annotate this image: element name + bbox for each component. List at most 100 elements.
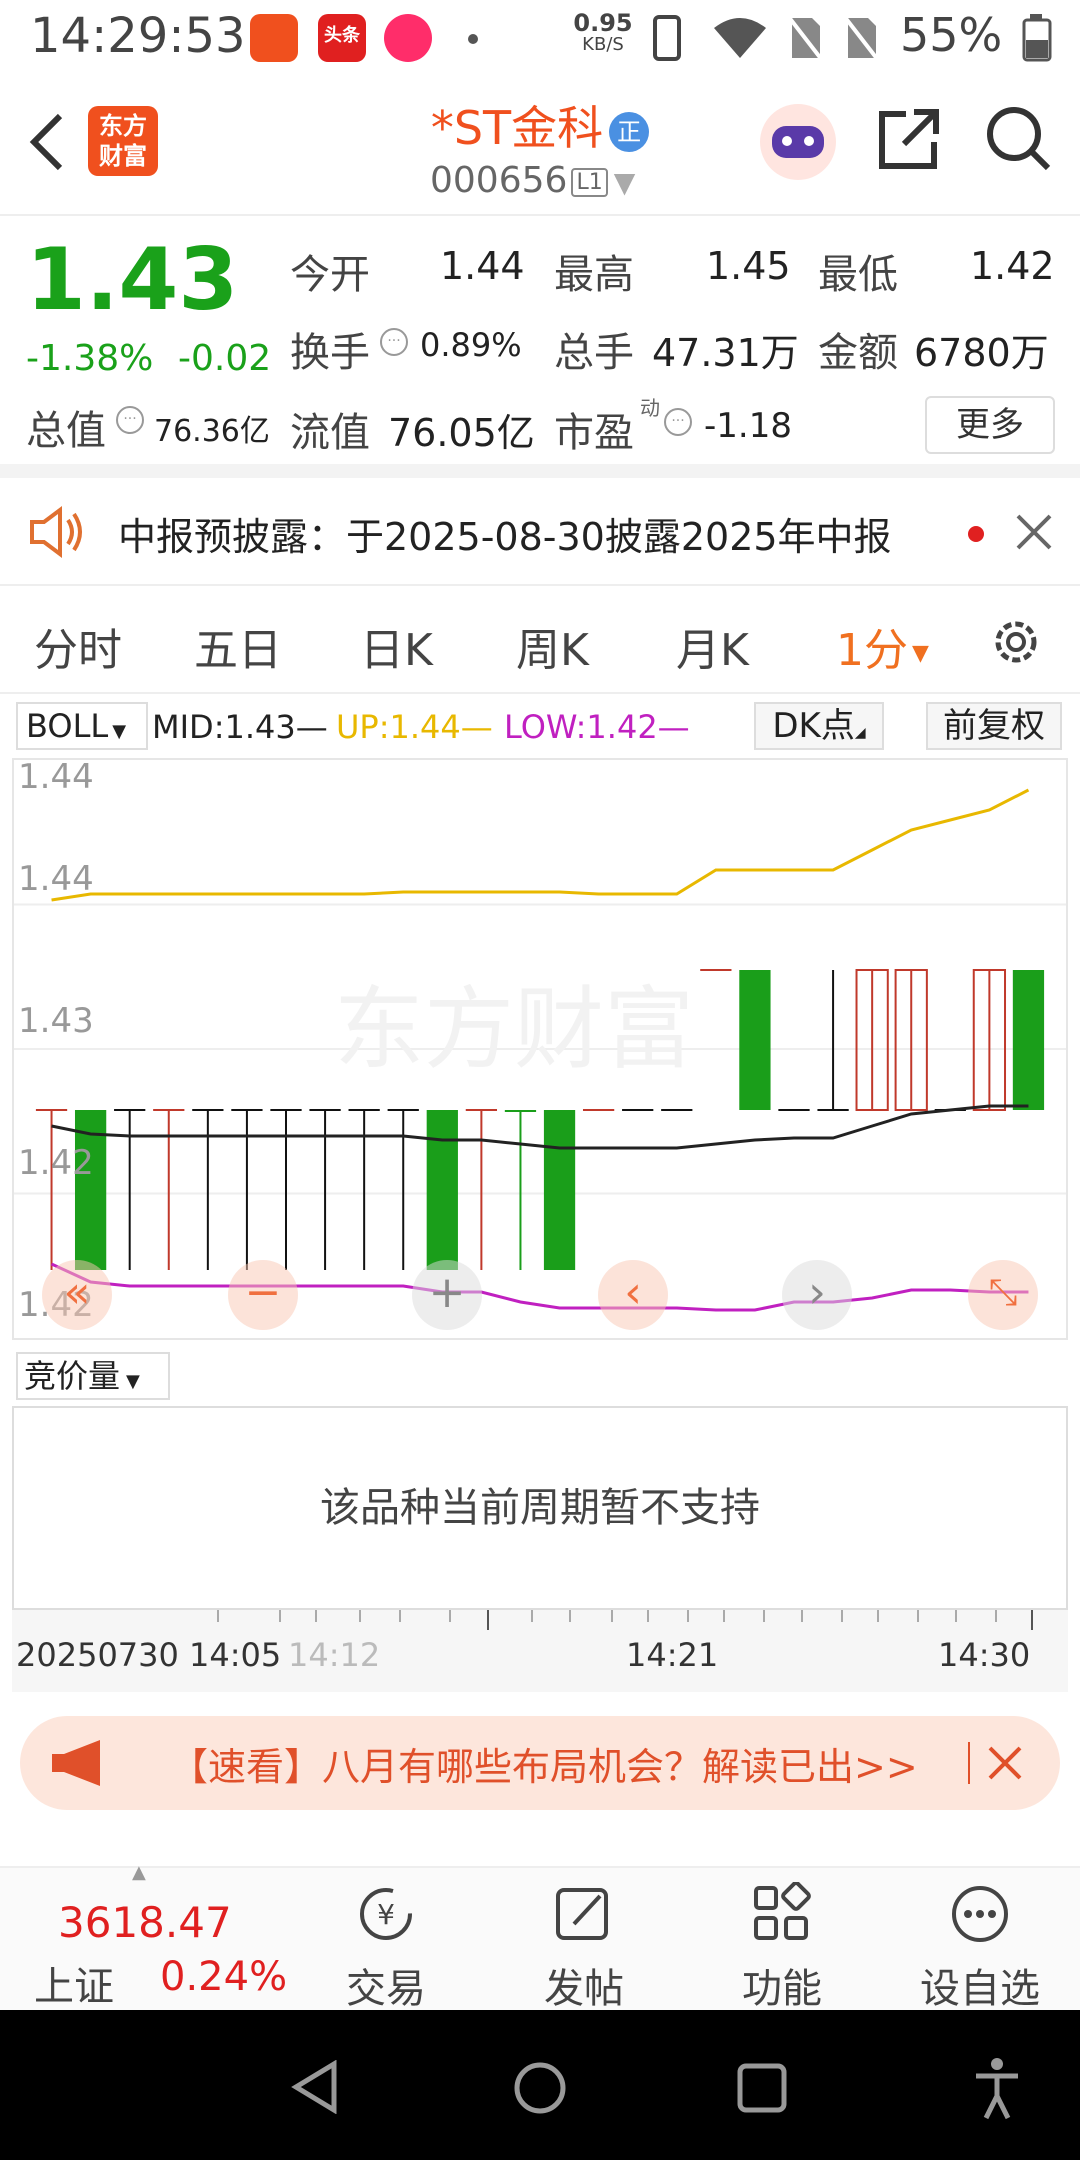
net-speed-value: 0.95 <box>573 9 633 37</box>
share-icon[interactable] <box>876 106 942 172</box>
toutiao-style-app-icon <box>250 14 298 62</box>
tab-1min-label: 1分 <box>836 625 908 676</box>
chevron-left-icon[interactable]: ‹ <box>598 1260 668 1330</box>
nav-trade[interactable]: ¥ 交易 <box>306 1868 466 2012</box>
tab-weekly-k[interactable]: 周K <box>516 614 589 678</box>
kline-chart[interactable]: 东方财富 1.441.441.431.421.42 « − + ‹ › ⤡ <box>12 758 1068 1340</box>
stock-code[interactable]: 000656 L1 ▼ <box>430 160 635 201</box>
phone-icon <box>653 15 681 61</box>
pe-value: -1.18 <box>704 406 792 446</box>
nav-features-label: 功能 <box>742 1966 822 2012</box>
close-icon[interactable] <box>1014 512 1054 552</box>
status-badge: 正 <box>609 111 650 152</box>
candle-body <box>504 1110 537 1112</box>
amount-value: 6780万 <box>914 331 1049 375</box>
y-tick-label: 1.44 <box>18 859 94 899</box>
info-icon[interactable]: ··· <box>116 406 144 434</box>
notice-text: 中报预披露：于2025-08-30披露2025年中报 <box>118 515 892 559</box>
quote-panel: 1.43 -1.38% -0.02 今开 1.44 最高 1.45 最低 1.4… <box>0 216 1080 478</box>
status-bar: 14:29:53 头条 0.95 KB/S 55% <box>0 0 1080 76</box>
plus-icon[interactable]: + <box>412 1260 482 1330</box>
more-button[interactable]: 更多 <box>925 396 1055 454</box>
nav-add-watchlist-label: 设自选 <box>920 1966 1040 2012</box>
info-icon[interactable]: ··· <box>664 408 692 436</box>
robot-avatar-icon[interactable] <box>760 104 836 180</box>
volume-selector[interactable]: 竞价量 ▼ <box>16 1352 170 1400</box>
float-label: 流值 <box>290 410 370 456</box>
corner-caret-icon: ◢ <box>854 725 866 741</box>
toutiao-icon: 头条 <box>318 14 366 62</box>
status-time: 14:29:53 <box>30 8 246 64</box>
battery-percent: 55% <box>900 8 1003 62</box>
more-circle-icon <box>952 1886 1008 1942</box>
bottom-nav: ▲ 3618.47 上证 0.24% ¥ 交易 发帖 功能 设自选 <box>0 1862 1080 2012</box>
tab-daily-k[interactable]: 日K <box>360 614 433 678</box>
stock-header: 东方财富 *ST金科正 000656 L1 ▼ <box>0 76 1080 216</box>
nav-post-label: 发帖 <box>544 1966 624 2012</box>
tab-monthly-k[interactable]: 月K <box>676 614 749 678</box>
back-triangle-icon[interactable] <box>290 2060 340 2114</box>
index-change: 0.24% <box>160 1954 288 2000</box>
level-badge: L1 <box>571 167 608 197</box>
volume-label: 总手 <box>554 330 634 376</box>
minus-icon[interactable]: − <box>228 1260 298 1330</box>
status-dot <box>468 34 478 44</box>
candle-body <box>543 1110 576 1270</box>
adjust-button[interactable]: 前复权 <box>926 702 1062 750</box>
index-ticker[interactable]: ▲ 3618.47 上证 0.24% <box>0 1862 300 2012</box>
unread-dot <box>968 526 984 542</box>
time-label-start: 20250730 14:05 <box>16 1636 282 1674</box>
mktcap-value: 76.36亿 <box>154 414 270 449</box>
pe-label: 市盈 <box>554 410 634 456</box>
caret-up-icon: ▲ <box>132 1862 146 1883</box>
nav-post[interactable]: 发帖 <box>504 1868 664 2012</box>
double-chevron-left-icon[interactable]: « <box>42 1260 112 1330</box>
index-name: 上证 <box>34 1964 114 2010</box>
index-value: 3618.47 <box>58 1898 232 1947</box>
nav-features[interactable]: 功能 <box>702 1868 862 2012</box>
boll-up-line <box>51 788 1030 902</box>
banner-divider <box>968 1742 970 1784</box>
volume-value: 47.31万 <box>652 331 799 375</box>
high-value: 1.45 <box>706 244 791 288</box>
gear-icon[interactable] <box>988 614 1044 670</box>
low-label: 最低 <box>818 252 898 298</box>
volume-selector-label: 竞价量 <box>24 1357 121 1395</box>
expand-icon[interactable]: ⤡ <box>968 1260 1038 1330</box>
indicator-select[interactable]: BOLL ▼ <box>16 702 148 750</box>
dk-point-button[interactable]: DK点◢ <box>754 702 884 750</box>
tab-1min[interactable]: 1分 ▼ <box>836 614 929 678</box>
y-tick-label: 1.42 <box>18 1143 94 1183</box>
accessibility-icon[interactable] <box>972 2056 1022 2120</box>
time-axis: 20250730 14:05 14:12 14:21 14:30 <box>12 1610 1068 1692</box>
banner-text: 【速看】八月有哪些布局机会？解读已出>> <box>170 1745 918 1789</box>
promo-banner[interactable]: 【速看】八月有哪些布局机会？解读已出>> <box>20 1716 1060 1810</box>
tab-five-day[interactable]: 五日 <box>194 614 282 678</box>
time-label-2: 14:12 <box>288 1636 381 1674</box>
search-icon[interactable] <box>984 104 1054 174</box>
recents-square-icon[interactable] <box>736 2062 788 2114</box>
megaphone-icon <box>52 1740 100 1786</box>
float-value: 76.05亿 <box>388 411 535 455</box>
volume-unsupported-message: 该品种当前周期暂不支持 <box>320 1485 760 1531</box>
speaker-icon <box>30 506 82 558</box>
change-percent: -1.38% <box>26 338 154 379</box>
low-value: 1.42 <box>970 244 1055 288</box>
nav-add-watchlist[interactable]: 设自选 <box>900 1868 1060 2012</box>
turnover-label: 换手 <box>290 330 370 376</box>
chart-watermark: 东方财富 <box>334 977 694 1082</box>
net-speed: 0.95 KB/S <box>568 9 638 56</box>
info-icon[interactable]: ··· <box>380 328 408 356</box>
tab-intraday[interactable]: 分时 <box>34 614 122 678</box>
home-circle-icon[interactable] <box>512 2060 568 2116</box>
chevron-right-icon[interactable]: › <box>782 1260 852 1330</box>
notice-bar[interactable]: 中报预披露：于2025-08-30披露2025年中报 <box>0 478 1080 586</box>
nav-trade-label: 交易 <box>346 1966 426 2012</box>
toutiao-label: 头条 <box>324 25 360 46</box>
kline-chart-svg[interactable]: 东方财富 1.441.441.431.421.42 <box>14 760 1066 1338</box>
dk-label: DK点 <box>772 706 855 746</box>
grid-icon <box>754 1882 811 1940</box>
system-nav <box>0 2010 1080 2160</box>
period-tabs: 分时 五日 日K 周K 月K 1分 ▼ <box>0 586 1080 694</box>
close-icon[interactable] <box>986 1744 1024 1782</box>
